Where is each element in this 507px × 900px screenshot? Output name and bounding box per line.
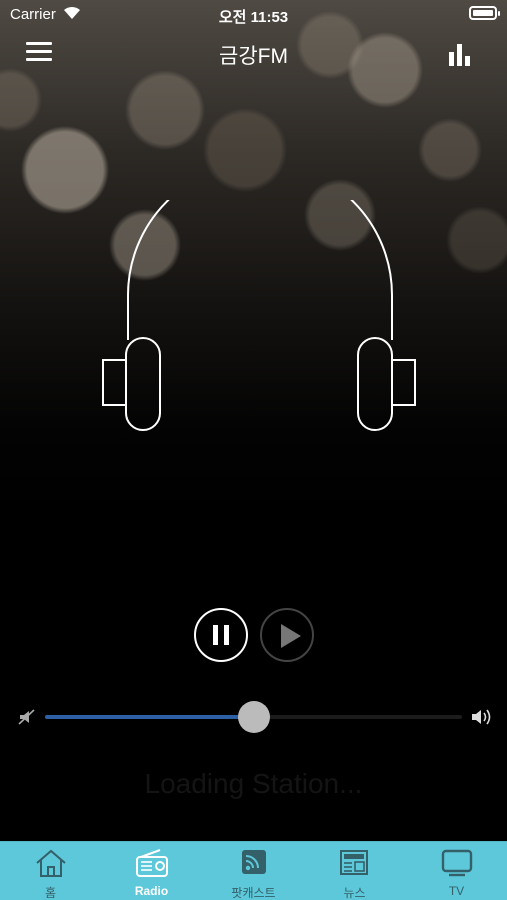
tab-label: 팟캐스트: [231, 886, 276, 900]
tab-home[interactable]: 홈: [0, 842, 101, 900]
volume-fill: [45, 715, 254, 719]
headphones-icon: [102, 200, 416, 431]
tv-icon: [441, 849, 473, 877]
podcast-rss-icon: [242, 850, 266, 874]
equalizer-icon[interactable]: [447, 40, 477, 70]
station-status-text: Loading Station...: [144, 768, 363, 799]
radio-icon: [136, 849, 168, 877]
volume-max-icon[interactable]: [471, 707, 493, 727]
tab-tv[interactable]: TV: [406, 842, 507, 900]
volume-control: [0, 700, 507, 734]
tab-label: 뉴스: [343, 886, 366, 900]
tab-podcast[interactable]: 팟캐스트: [203, 842, 304, 900]
volume-mute-icon[interactable]: [18, 708, 36, 726]
navigation-bar: 금강FM: [0, 28, 507, 76]
status-bar: Carrier 오전 11:53: [0, 0, 507, 28]
tab-radio[interactable]: Radio: [101, 842, 202, 900]
page-title: 금강FM: [219, 45, 288, 68]
tab-label: 홈: [44, 886, 57, 900]
volume-slider[interactable]: [45, 700, 462, 734]
tab-bar: 홈 Radio 팟캐스트 뉴스 TV: [0, 841, 507, 900]
newspaper-icon: [340, 850, 368, 875]
tab-label: Radio: [134, 884, 169, 898]
background-image: [0, 0, 507, 900]
pause-icon[interactable]: [194, 608, 248, 662]
tab-label: TV: [448, 884, 465, 898]
battery-icon: [469, 6, 500, 20]
volume-slider-thumb[interactable]: [237, 701, 270, 733]
play-icon[interactable]: [260, 608, 314, 662]
status-time: 오전 11:53: [218, 9, 289, 26]
home-icon: [36, 849, 66, 877]
playback-controls: [194, 608, 316, 662]
tab-news[interactable]: 뉴스: [304, 842, 405, 900]
